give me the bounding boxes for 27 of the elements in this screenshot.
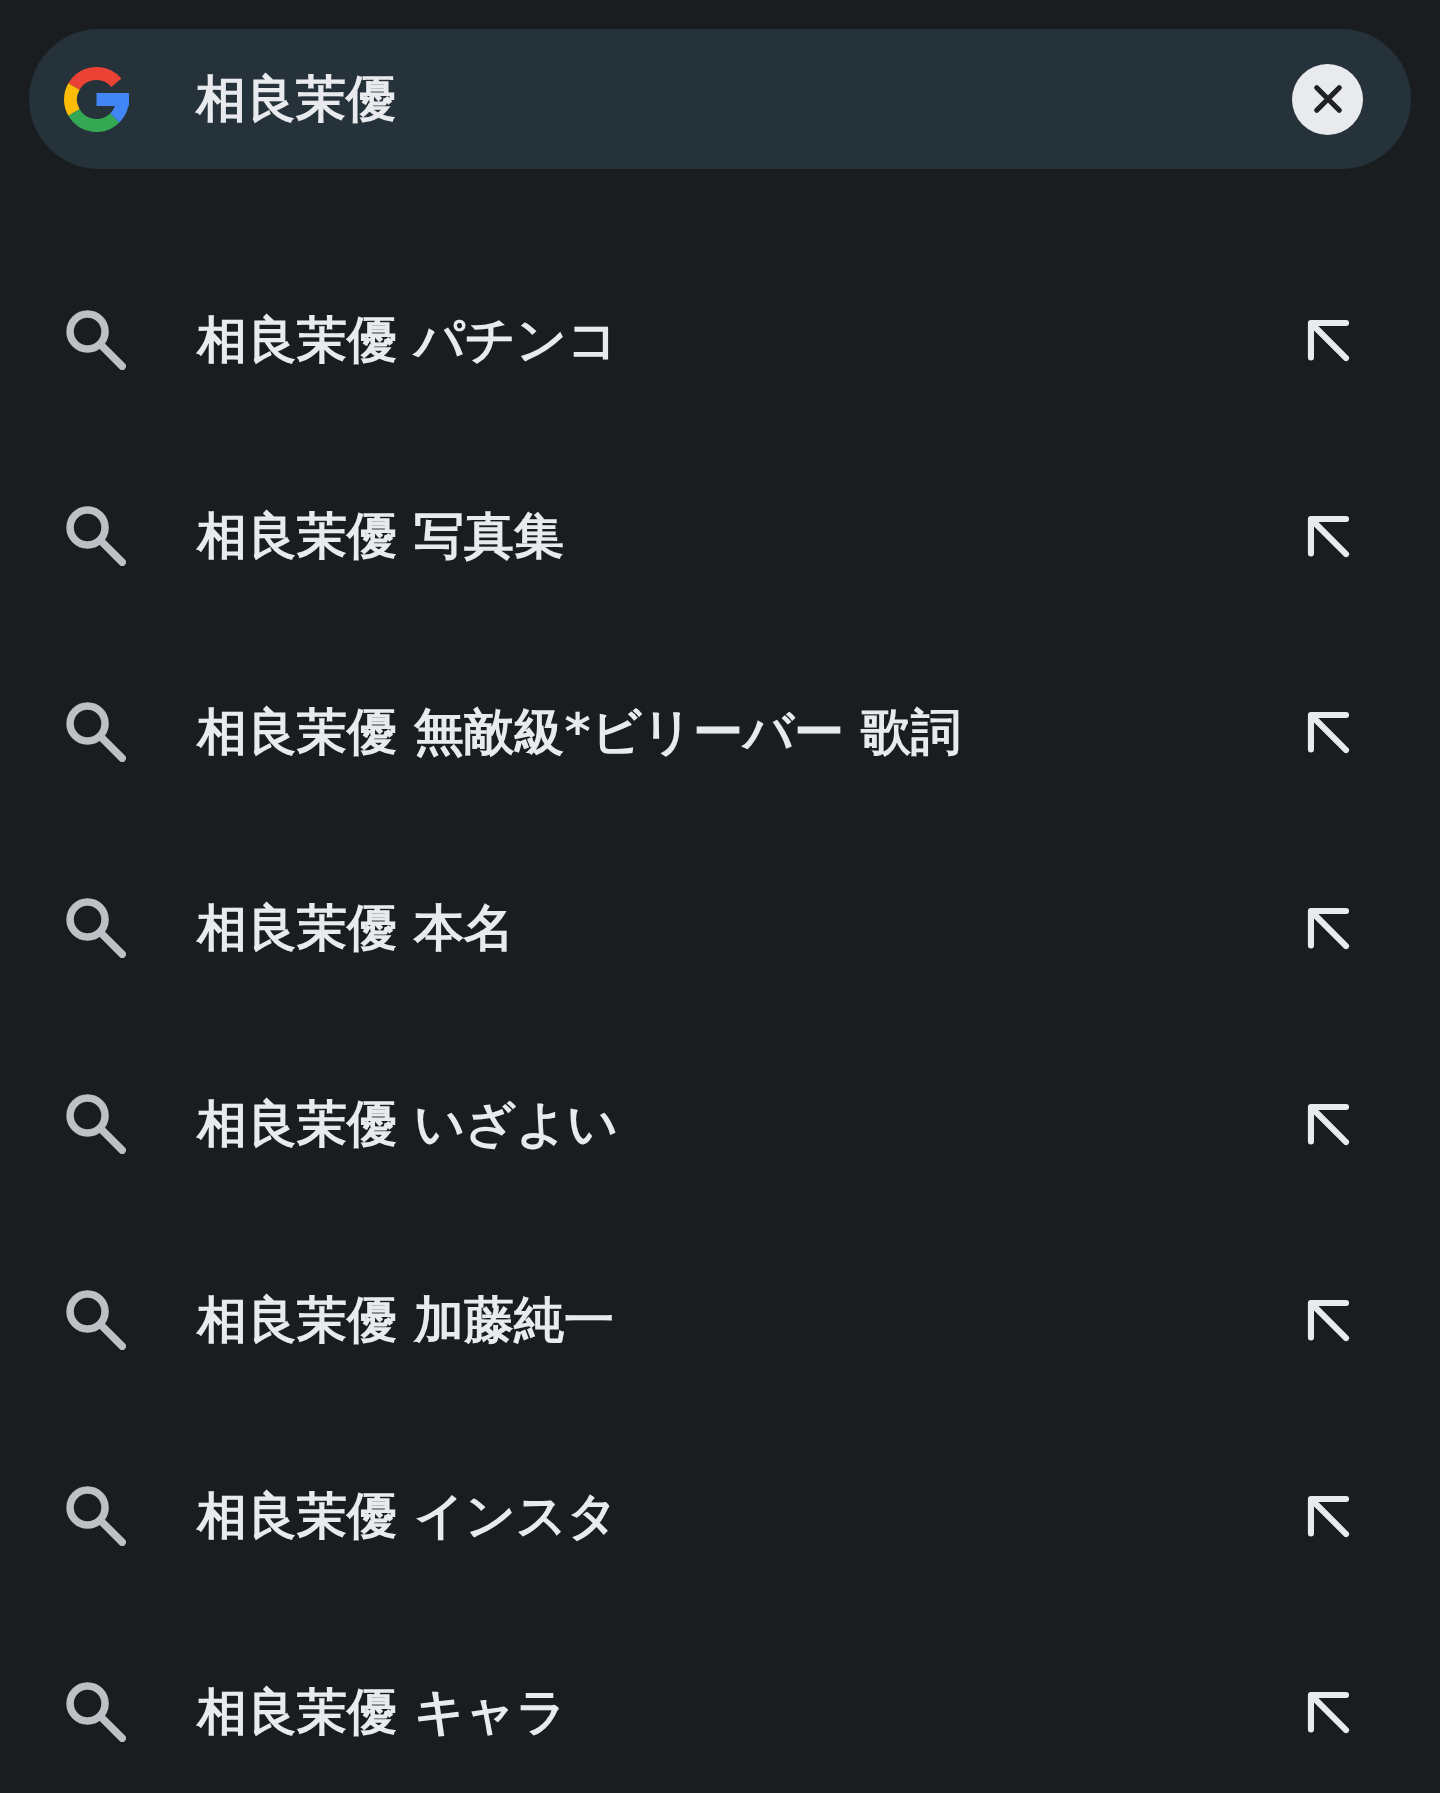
suggestion-text[interactable]: 相良茉優 パチンコ: [197, 307, 619, 373]
arrow-icon[interactable]: [1307, 710, 1350, 754]
arrow-icon[interactable]: [1307, 1102, 1350, 1146]
suggestion-text[interactable]: 相良茉優 無敵級*ビリーバー 歌詞: [197, 699, 961, 765]
search-icon: [66, 1486, 126, 1546]
google-logo-icon: [64, 66, 129, 132]
search-field[interactable]: 相良茉優: [29, 29, 1411, 169]
arrow-icon[interactable]: [1307, 1298, 1350, 1342]
suggestion-text[interactable]: 相良茉優 インスタ: [197, 1483, 619, 1549]
search-icon: [66, 1290, 126, 1350]
search-icon: [66, 506, 126, 566]
search-icon: [66, 702, 126, 762]
arrow-icon[interactable]: [1307, 514, 1350, 558]
suggestion-text[interactable]: 相良茉優 本名: [197, 895, 515, 961]
suggestion-text[interactable]: 相良茉優 キャラ: [197, 1679, 568, 1745]
close-icon: [1312, 84, 1343, 114]
suggestion-text[interactable]: 相良茉優 いざよい: [197, 1091, 619, 1157]
suggestion-text[interactable]: 相良茉優 写真集: [197, 503, 565, 569]
suggestion-text[interactable]: 相良茉優 加藤純一: [197, 1287, 615, 1353]
arrow-icon[interactable]: [1307, 906, 1350, 950]
search-icon: [66, 310, 126, 370]
search-icon: [66, 898, 126, 958]
search-icon: [66, 1682, 126, 1742]
arrow-icon[interactable]: [1307, 318, 1350, 362]
arrow-icon[interactable]: [1307, 1494, 1350, 1538]
search-icon: [66, 1094, 126, 1154]
arrow-icon[interactable]: [1307, 1690, 1350, 1734]
